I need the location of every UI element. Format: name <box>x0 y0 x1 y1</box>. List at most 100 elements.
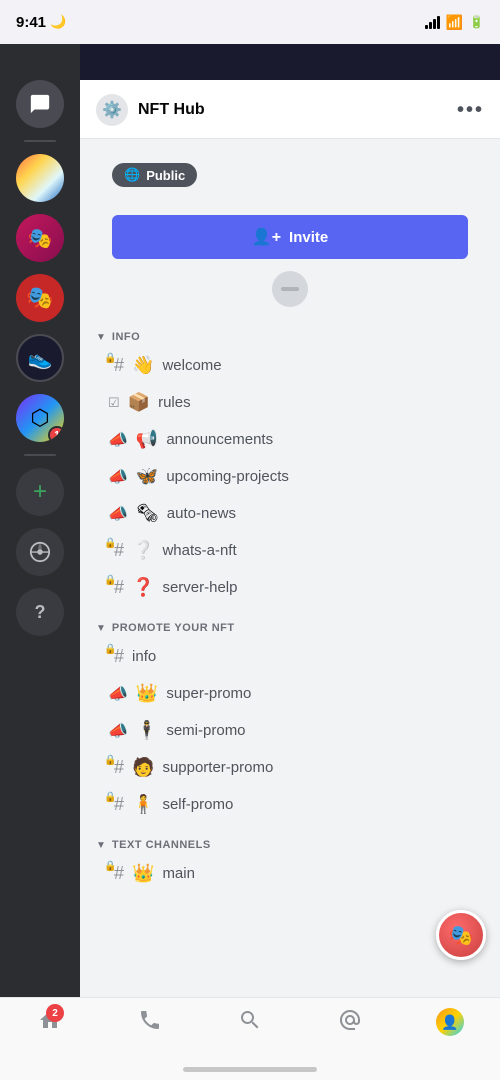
rules-icon: ☑ <box>108 395 120 411</box>
moon-icon: 🌙 <box>50 14 66 30</box>
self-promo-emoji: 🧍 <box>132 794 154 815</box>
wifi-icon: 📶 <box>446 14 463 31</box>
floating-action-circle[interactable]: 🎭 <box>436 910 486 960</box>
channel-server-help[interactable]: 🔒 # ❓ server-help <box>80 569 500 606</box>
promote-chevron-icon: ▼ <box>96 623 106 634</box>
invite-label: Invite <box>289 229 328 246</box>
sidebar-server-4[interactable]: 👟 <box>16 334 64 382</box>
server-name: NFT Hub <box>138 101 205 119</box>
battery-icon: 🔋 <box>469 15 484 29</box>
welcome-emoji: 👋 <box>132 355 154 376</box>
bottom-nav-calls[interactable] <box>125 1008 175 1032</box>
channel-supporter-promo[interactable]: 🔒 # 🧑 supporter-promo <box>80 749 500 786</box>
announce-icon-semi: 📣 <box>108 721 128 741</box>
calls-icon <box>138 1008 162 1032</box>
channel-upcoming-projects[interactable]: 📣 🦋 upcoming-projects <box>80 458 500 495</box>
info-chevron-icon: ▼ <box>96 332 106 343</box>
bottom-nav-search[interactable] <box>225 1008 275 1032</box>
invite-button[interactable]: 👤+ Invite <box>112 215 468 259</box>
locked-hash-icon: 🔒 # <box>108 355 124 376</box>
info-channel-icon: 🔒 # <box>108 646 124 667</box>
channel-auto-news[interactable]: 📣 🗞 auto-news <box>80 495 500 532</box>
server-help-emoji: ❓ <box>132 577 154 598</box>
sidebar-messages-button[interactable] <box>16 80 64 128</box>
channel-rules-name: rules <box>158 394 191 411</box>
public-label: Public <box>146 168 185 183</box>
sidebar-divider <box>24 140 56 142</box>
channel-whats-nft-name: whats-a-nft <box>162 542 236 559</box>
main-channel-icon: 🔒 # <box>108 863 124 884</box>
invite-icon: 👤+ <box>252 227 281 247</box>
status-bar: 9:41 🌙 📶 🔋 <box>0 0 500 44</box>
autonews-emoji: 🗞 <box>136 503 159 524</box>
channel-super-promo-name: super-promo <box>166 685 251 702</box>
channel-autonews-name: auto-news <box>167 505 236 522</box>
server-help-icon: 🔒 # <box>108 577 124 598</box>
upcoming-emoji: 🦋 <box>136 466 158 487</box>
channel-self-promo-name: self-promo <box>162 796 233 813</box>
main-channel-list: ⚙️ NFT Hub ••• 🌐 Public 👤+ Invite ▼ INFO… <box>80 80 500 997</box>
channel-main-name: main <box>162 865 195 882</box>
channel-announcements[interactable]: 📣 📢 announcements <box>80 421 500 458</box>
sidebar-server-1[interactable] <box>16 154 64 202</box>
server-header: ⚙️ NFT Hub ••• <box>80 80 500 139</box>
server-settings-icon[interactable]: ⚙️ <box>96 94 128 126</box>
server-header-left: ⚙️ NFT Hub <box>96 94 205 126</box>
globe-icon: 🌐 <box>124 167 140 183</box>
public-badge[interactable]: 🌐 Public <box>112 163 197 187</box>
whats-nft-icon: 🔒 # <box>108 540 124 561</box>
sidebar-server-nft[interactable]: ⬡ 1 <box>16 394 64 442</box>
channel-info[interactable]: 🔒 # info <box>80 638 500 675</box>
self-promo-icon: 🔒 # <box>108 794 124 815</box>
server-nft-badge: 1 <box>48 426 64 442</box>
channel-rules[interactable]: ☑ 📦 rules <box>80 384 500 421</box>
add-server-button[interactable]: + <box>16 468 64 516</box>
sidebar-server-3[interactable]: 🎭 <box>16 274 64 322</box>
text-channels-chevron-icon: ▼ <box>96 840 106 851</box>
sidebar-divider-2 <box>24 454 56 456</box>
explore-button[interactable] <box>16 528 64 576</box>
signal-icon <box>425 16 440 29</box>
channel-main[interactable]: 🔒 # 👑 main <box>80 855 500 892</box>
supporter-promo-emoji: 🧑 <box>132 757 154 778</box>
bottom-nav-home[interactable]: 2 <box>25 1008 75 1037</box>
info-section-title: INFO <box>112 331 140 343</box>
search-icon <box>238 1008 262 1032</box>
profile-avatar: 👤 <box>436 1008 464 1036</box>
whats-nft-emoji: ❔ <box>132 540 154 561</box>
main-emoji: 👑 <box>132 863 154 884</box>
section-text-channels-header[interactable]: ▼ TEXT CHANNELS <box>80 831 500 855</box>
channel-upcoming-name: upcoming-projects <box>166 468 289 485</box>
status-icons: 📶 🔋 <box>425 14 484 31</box>
status-time: 9:41 <box>16 14 46 31</box>
announce-icon-sp: 📣 <box>108 684 128 704</box>
server-more-button[interactable]: ••• <box>457 99 484 122</box>
channel-supporter-promo-name: supporter-promo <box>162 759 273 776</box>
bottom-nav-profile[interactable]: 👤 <box>425 1008 475 1036</box>
channel-server-help-name: server-help <box>162 579 237 596</box>
announce-icon-2: 📣 <box>108 467 128 487</box>
sidebar-server-2[interactable]: 🎭 <box>16 214 64 262</box>
super-promo-emoji: 👑 <box>136 683 158 704</box>
section-info-header[interactable]: ▼ INFO <box>80 323 500 347</box>
bottom-nav-mentions[interactable] <box>325 1008 375 1032</box>
channel-welcome-name: welcome <box>162 357 221 374</box>
semi-promo-emoji: 🕴 <box>136 720 158 741</box>
announcements-emoji: 📢 <box>136 429 158 450</box>
help-button[interactable]: ? <box>16 588 64 636</box>
section-promote-header[interactable]: ▼ PROMOTE YOUR NFT <box>80 614 500 638</box>
channel-welcome[interactable]: 🔒 # 👋 welcome <box>80 347 500 384</box>
supporter-promo-icon: 🔒 # <box>108 757 124 778</box>
mentions-icon <box>338 1008 362 1032</box>
channel-self-promo[interactable]: 🔒 # 🧍 self-promo <box>80 786 500 823</box>
channel-whats-nft[interactable]: 🔒 # ❔ whats-a-nft <box>80 532 500 569</box>
text-channels-section-title: TEXT CHANNELS <box>112 839 211 851</box>
channel-semi-promo-name: semi-promo <box>166 722 245 739</box>
server-sidebar: 🎭 🎭 👟 ⬡ 1 + ? <box>0 44 80 997</box>
channel-semi-promo[interactable]: 📣 🕴 semi-promo <box>80 712 500 749</box>
scroll-indicator <box>272 271 308 307</box>
home-indicator <box>183 1067 317 1072</box>
channel-announcements-name: announcements <box>166 431 273 448</box>
announce-icon-3: 📣 <box>108 504 128 524</box>
channel-super-promo[interactable]: 📣 👑 super-promo <box>80 675 500 712</box>
